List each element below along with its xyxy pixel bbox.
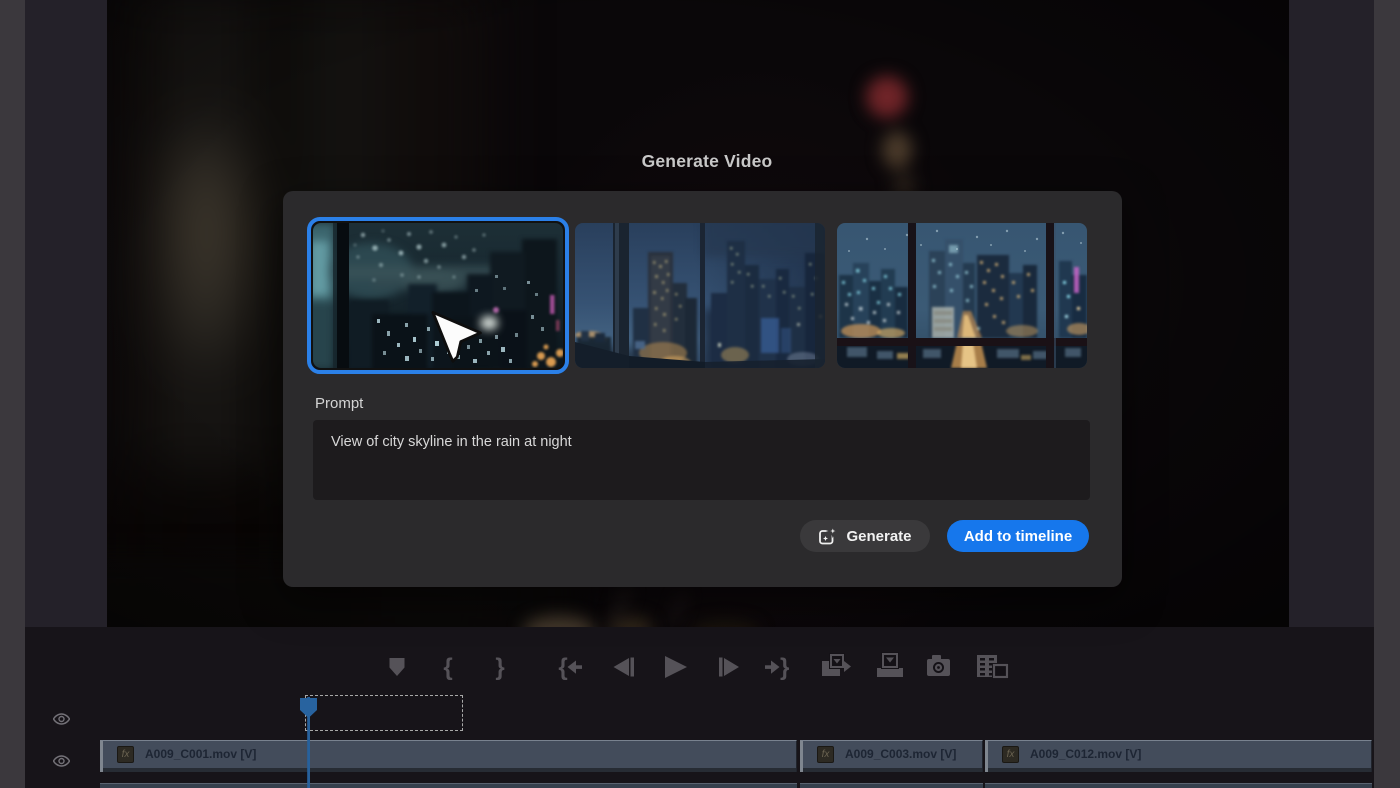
svg-text:}: } <box>780 654 789 681</box>
svg-text:}: } <box>495 654 504 681</box>
svg-text:{: { <box>443 654 452 681</box>
svg-text:{: { <box>558 654 567 681</box>
